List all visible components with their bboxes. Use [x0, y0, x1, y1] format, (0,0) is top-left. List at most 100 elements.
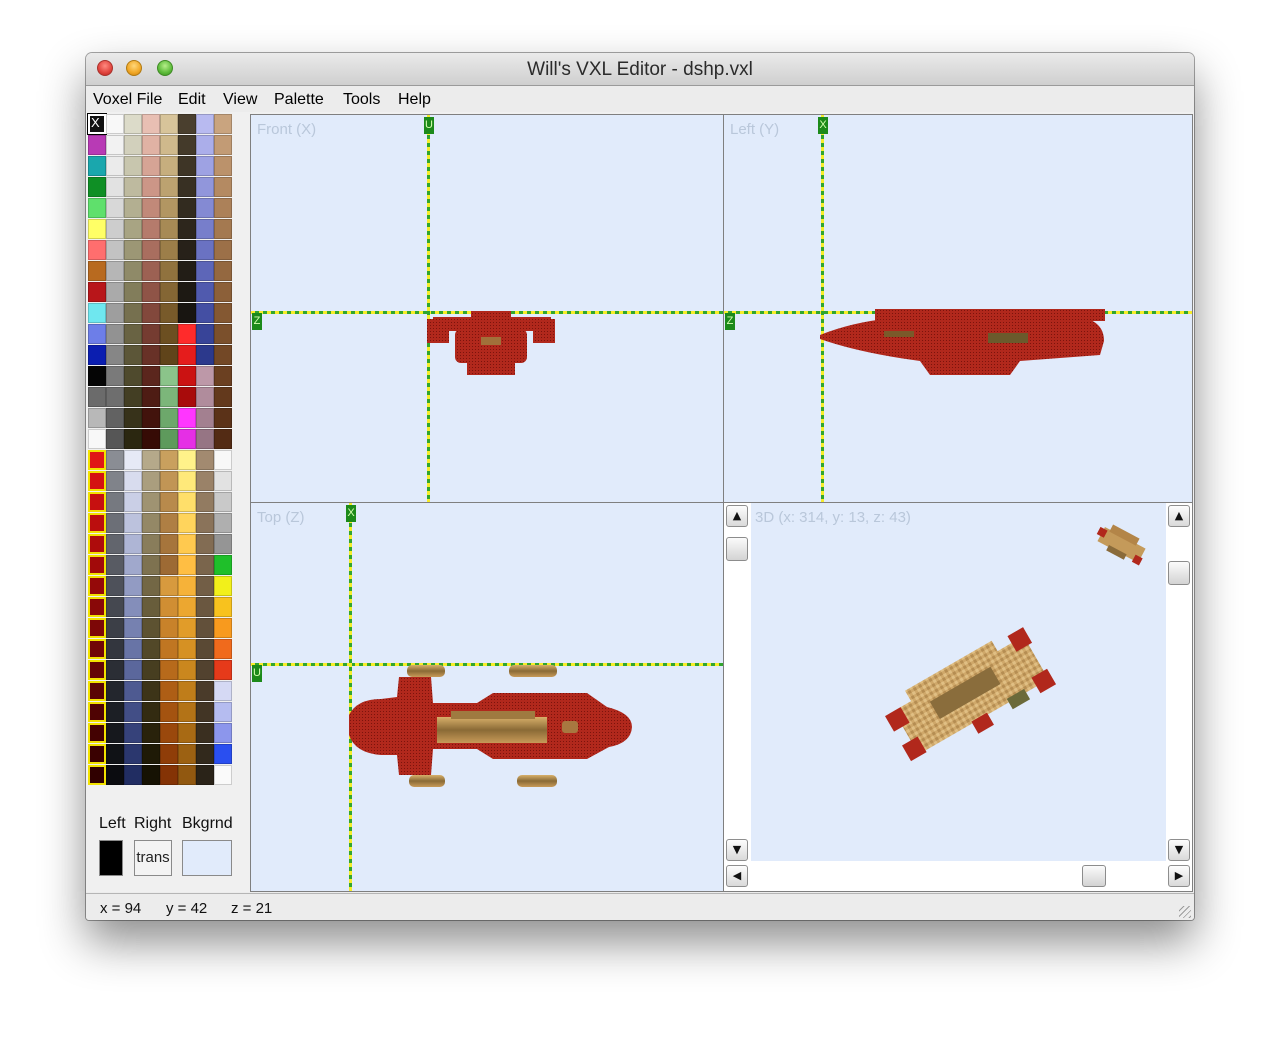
palette-swatch[interactable]	[214, 534, 232, 554]
palette-swatch[interactable]	[124, 534, 142, 554]
palette-swatch[interactable]	[214, 156, 232, 176]
palette-swatch[interactable]	[142, 303, 160, 323]
palette-swatch[interactable]	[196, 177, 214, 197]
front-view-z-marker[interactable]: Z	[252, 313, 262, 330]
palette-swatch[interactable]	[124, 156, 142, 176]
palette-swatch[interactable]	[196, 282, 214, 302]
palette-swatch[interactable]	[214, 324, 232, 344]
palette-swatch[interactable]	[178, 471, 196, 491]
menu-view[interactable]: View	[223, 91, 257, 109]
palette-swatch[interactable]	[124, 471, 142, 491]
3d-view[interactable]: 3D (x: 314, y: 13, z: 43)	[751, 503, 1166, 861]
palette-swatch[interactable]	[178, 366, 196, 386]
palette-swatch[interactable]	[106, 408, 124, 428]
palette-swatch[interactable]	[178, 555, 196, 575]
palette-swatch[interactable]	[160, 177, 178, 197]
3d-right-scroll-thumb[interactable]	[1168, 561, 1190, 585]
palette-swatch[interactable]	[178, 660, 196, 680]
palette-swatch[interactable]	[178, 744, 196, 764]
palette-swatch[interactable]	[160, 387, 178, 407]
palette-swatch[interactable]	[214, 387, 232, 407]
palette-swatch[interactable]	[196, 597, 214, 617]
palette-swatch[interactable]	[214, 723, 232, 743]
palette-swatch[interactable]	[160, 513, 178, 533]
palette-swatch[interactable]	[142, 513, 160, 533]
palette-swatch[interactable]	[142, 387, 160, 407]
palette-swatch[interactable]	[88, 198, 106, 218]
palette-swatch[interactable]	[88, 492, 106, 512]
palette-swatch[interactable]	[196, 492, 214, 512]
palette-swatch[interactable]	[124, 660, 142, 680]
palette-swatch[interactable]	[178, 429, 196, 449]
front-view[interactable]: Front (X) U Z	[250, 114, 724, 503]
palette-swatch[interactable]	[214, 450, 232, 470]
palette-swatch[interactable]	[196, 534, 214, 554]
palette-swatch[interactable]	[160, 765, 178, 785]
palette-swatch[interactable]	[196, 261, 214, 281]
palette-swatch[interactable]	[124, 240, 142, 260]
palette-swatch[interactable]	[160, 345, 178, 365]
palette-swatch[interactable]	[88, 303, 106, 323]
3d-left-scroll-up-button[interactable]: ▲	[726, 505, 748, 527]
palette-swatch[interactable]	[124, 765, 142, 785]
palette-swatch[interactable]	[124, 618, 142, 638]
3d-left-scroll-down-button[interactable]: ▼	[726, 839, 748, 861]
menu-palette[interactable]: Palette	[274, 91, 324, 109]
3d-left-scroll-thumb[interactable]	[726, 537, 748, 561]
palette-swatch[interactable]	[124, 576, 142, 596]
palette-swatch[interactable]	[142, 198, 160, 218]
palette-swatch[interactable]	[214, 366, 232, 386]
3d-right-scroll-up-button[interactable]: ▲	[1168, 505, 1190, 527]
palette-swatch[interactable]	[142, 471, 160, 491]
palette-swatch[interactable]	[88, 618, 106, 638]
palette-swatch[interactable]	[160, 744, 178, 764]
palette-swatch[interactable]	[106, 513, 124, 533]
palette-swatch[interactable]	[160, 639, 178, 659]
palette-swatch[interactable]	[106, 135, 124, 155]
palette-swatch[interactable]	[196, 765, 214, 785]
palette-swatch[interactable]	[124, 198, 142, 218]
palette-swatch[interactable]	[196, 471, 214, 491]
palette-swatch[interactable]	[196, 198, 214, 218]
palette-swatch[interactable]	[196, 723, 214, 743]
palette-swatch[interactable]	[178, 198, 196, 218]
palette-swatch[interactable]	[142, 576, 160, 596]
palette-swatch[interactable]	[106, 702, 124, 722]
palette-swatch[interactable]	[214, 345, 232, 365]
palette-swatch[interactable]	[106, 576, 124, 596]
palette-swatch[interactable]	[160, 702, 178, 722]
palette-swatch[interactable]	[142, 660, 160, 680]
palette-swatch[interactable]	[160, 366, 178, 386]
palette-swatch[interactable]	[88, 471, 106, 491]
palette-swatch[interactable]	[196, 513, 214, 533]
palette-swatch[interactable]	[196, 429, 214, 449]
palette-swatch[interactable]	[124, 135, 142, 155]
palette-swatch[interactable]	[214, 471, 232, 491]
palette-swatch[interactable]	[214, 408, 232, 428]
3d-horizontal-scroll-thumb[interactable]	[1082, 865, 1106, 887]
palette-swatch[interactable]	[124, 429, 142, 449]
palette-swatch[interactable]	[124, 639, 142, 659]
top-view-x-marker[interactable]: X	[346, 505, 356, 522]
palette-swatch[interactable]	[142, 618, 160, 638]
palette-swatch[interactable]	[106, 240, 124, 260]
palette-swatch[interactable]	[88, 156, 106, 176]
palette-swatch[interactable]	[178, 387, 196, 407]
palette-swatch[interactable]	[142, 345, 160, 365]
left-view-x-marker[interactable]: X	[818, 117, 828, 134]
left-view[interactable]: Left (Y) X Z	[723, 114, 1193, 503]
palette-swatch[interactable]	[142, 555, 160, 575]
3d-scroll-right-button[interactable]: ▶	[1168, 865, 1190, 887]
palette-swatch[interactable]	[160, 660, 178, 680]
palette-swatch[interactable]	[88, 366, 106, 386]
palette-swatch[interactable]	[160, 534, 178, 554]
palette-swatch[interactable]	[106, 114, 124, 134]
palette-swatch[interactable]	[178, 702, 196, 722]
palette-swatch[interactable]	[124, 387, 142, 407]
palette-swatch[interactable]	[88, 408, 106, 428]
palette-swatch[interactable]	[124, 555, 142, 575]
menu-edit[interactable]: Edit	[178, 91, 206, 109]
palette-swatch[interactable]	[214, 261, 232, 281]
palette-swatch[interactable]	[88, 597, 106, 617]
palette-swatch[interactable]	[106, 303, 124, 323]
